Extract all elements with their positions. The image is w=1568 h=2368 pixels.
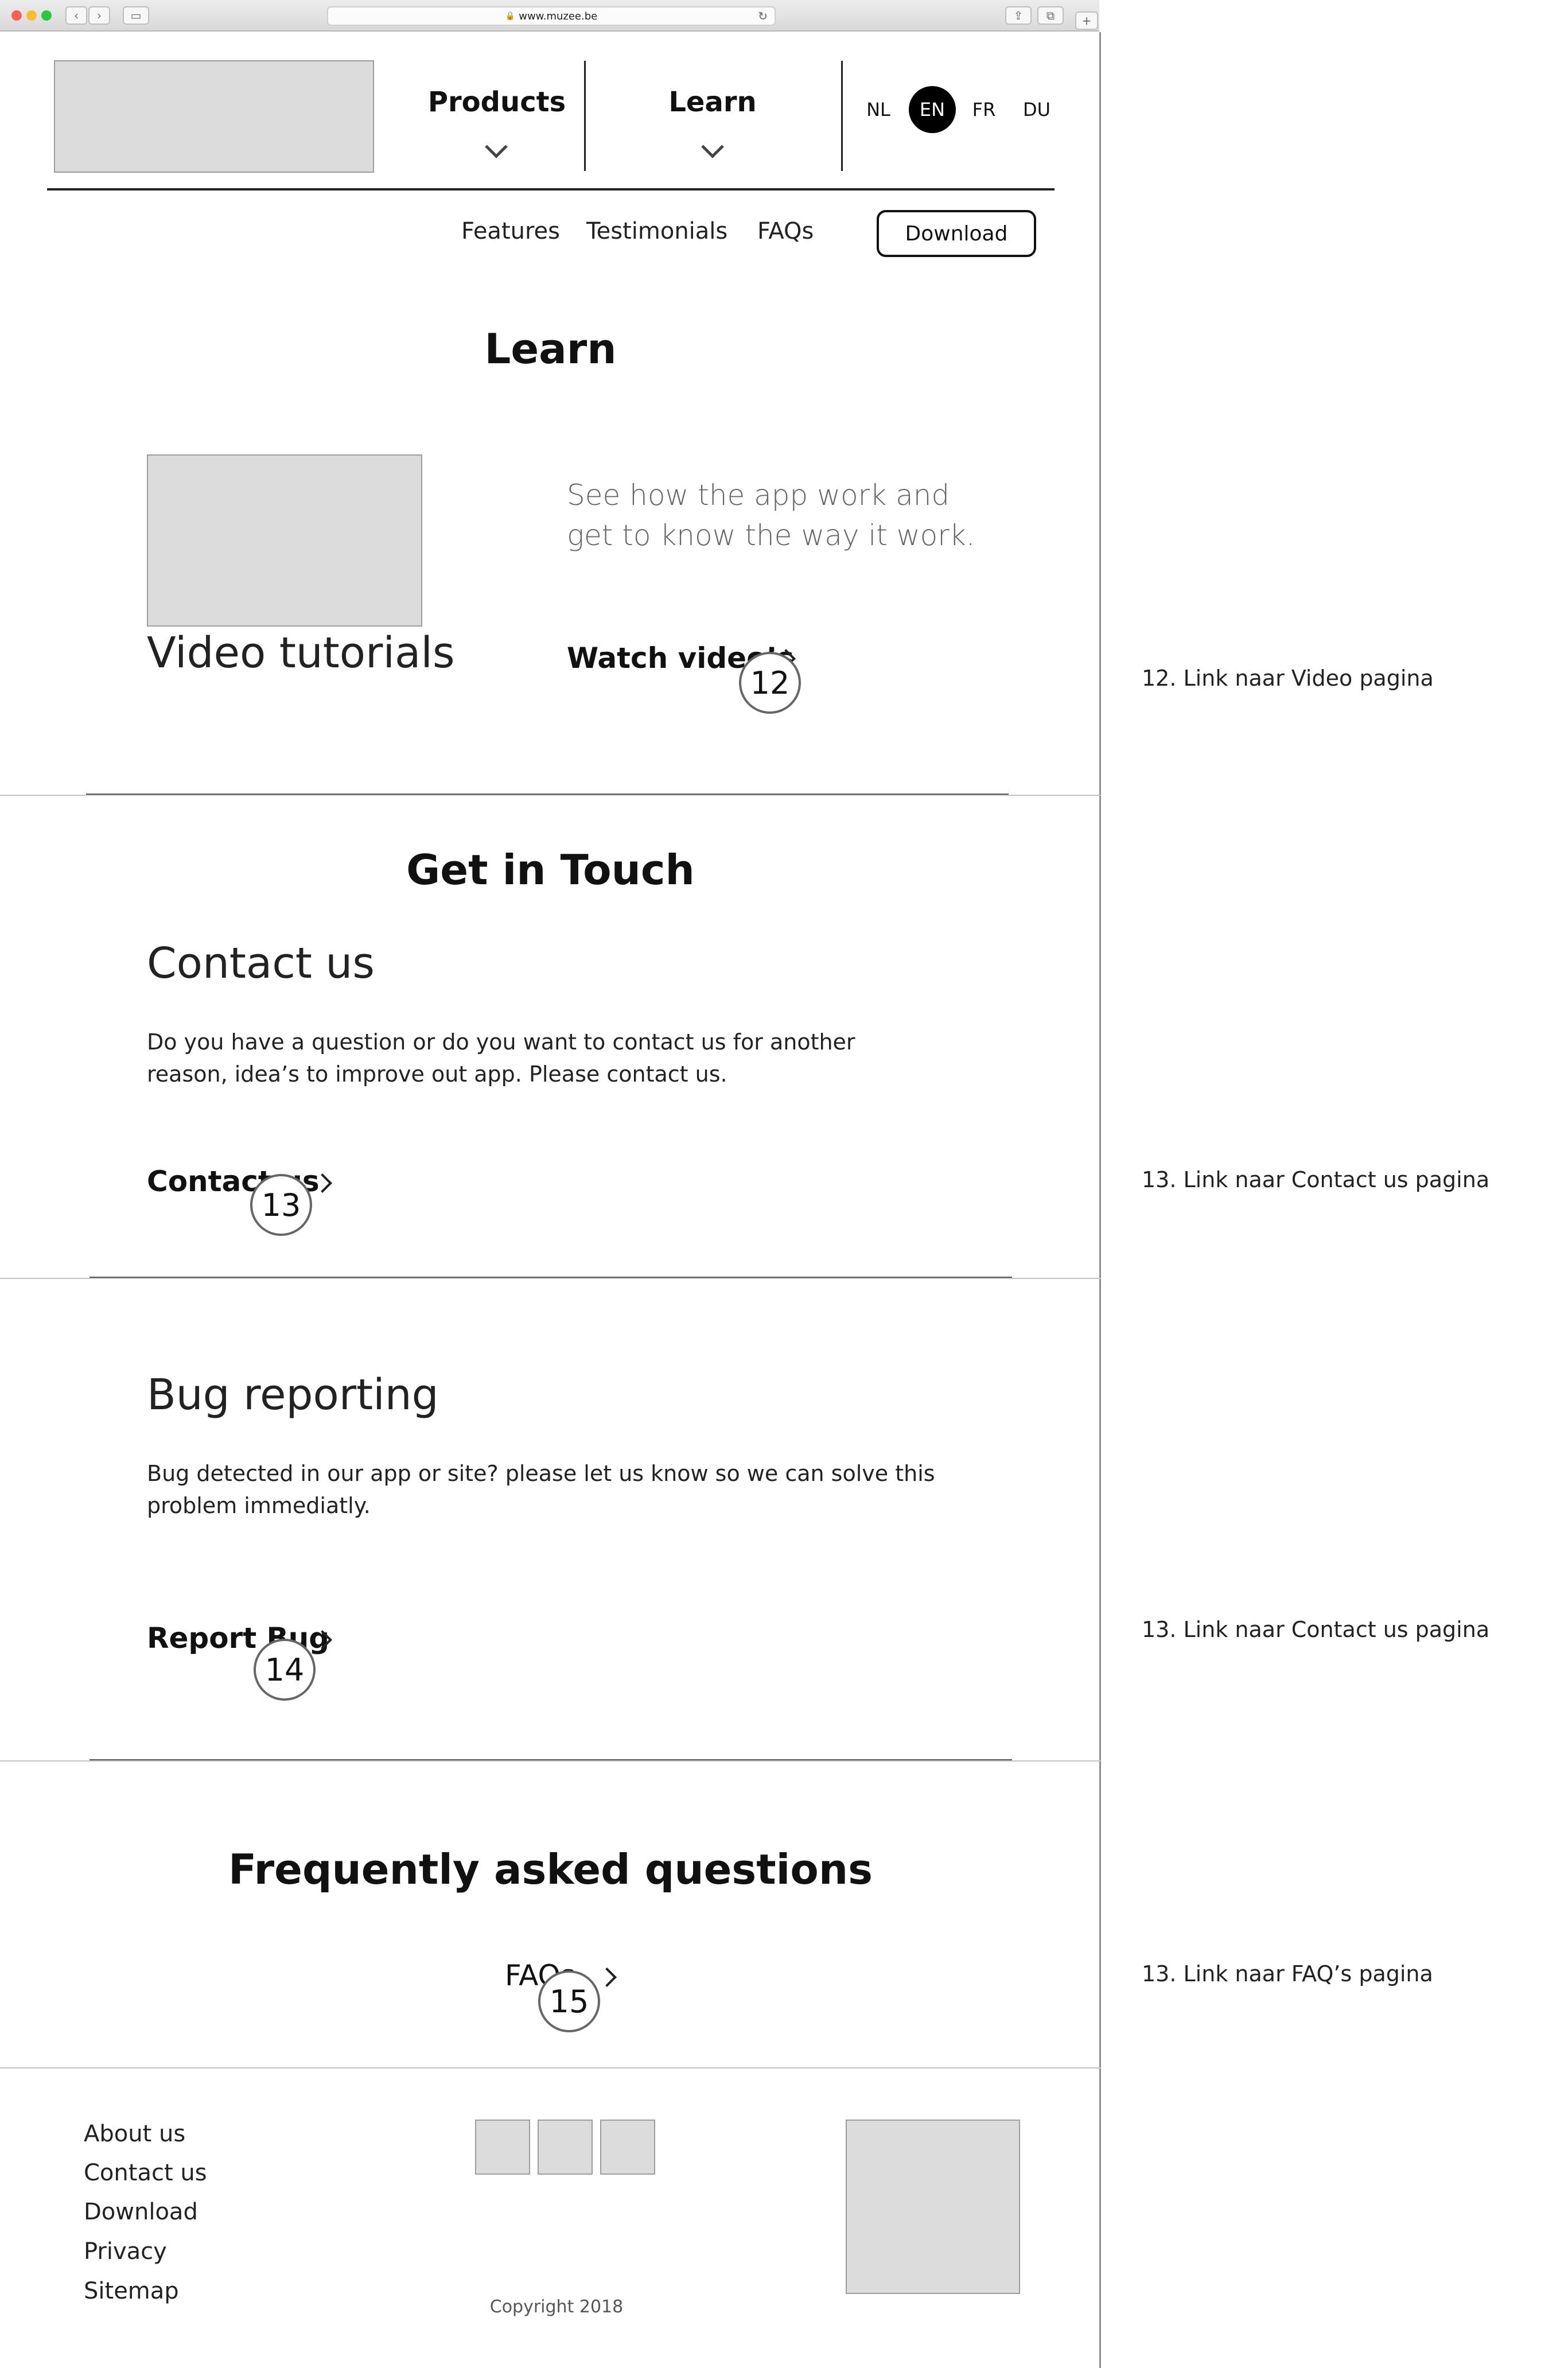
address-bar[interactable]: 🔒 www.muzee.be ↻ [327,6,776,26]
footer-contact-us[interactable]: Contact us [84,2160,207,2186]
download-button[interactable]: Download [877,210,1036,257]
language-fr[interactable]: FR [961,99,1007,120]
get-in-touch-title: Get in Touch [406,846,695,894]
header-divider [47,188,1055,190]
social-icon-placeholder[interactable] [600,2120,655,2175]
annotation-note: 13. Link naar Contact us pagina [1142,1167,1490,1192]
annotation-badge: 15 [538,1970,600,2032]
annotation-badge: 13 [250,1174,312,1236]
subnav-features[interactable]: Features [461,218,560,244]
annotation-badge: 12 [739,652,801,714]
close-window-icon[interactable] [11,10,22,21]
section-divider [0,1278,1101,1279]
section-divider [0,795,1101,796]
maximize-window-icon[interactable] [41,10,52,21]
forward-arrow-icon[interactable]: › [88,6,110,25]
minimize-window-icon[interactable] [26,10,37,21]
lock-icon: 🔒 [505,11,516,21]
footer-image-placeholder[interactable] [846,2120,1020,2294]
annotation-badge: 14 [254,1639,316,1701]
footer-about-us[interactable]: About us [84,2121,185,2147]
footer-privacy[interactable]: Privacy [84,2238,167,2265]
back-arrow-icon[interactable]: ‹ [65,6,87,25]
social-icon-placeholder[interactable] [475,2120,530,2175]
nav-learn[interactable]: Learn [609,86,816,118]
section-divider [0,1760,1101,1762]
footer-sitemap[interactable]: Sitemap [84,2278,179,2304]
sidebar-icon[interactable]: ▭ [123,6,149,25]
nav-divider [841,61,843,171]
bug-reporting-text: Bug detected in our app or site? please … [147,1461,935,1518]
language-du[interactable]: DU [1014,99,1060,120]
reload-icon[interactable]: ↻ [758,9,768,23]
url-text: www.muzee.be [519,10,598,22]
bug-reporting-heading: Bug reporting [147,1370,439,1420]
annotation-note: 12. Link naar Video pagina [1142,666,1434,691]
learn-title: Learn [484,325,617,373]
annotation-note: 13. Link naar FAQ’s pagina [1142,1961,1433,1986]
faq-title: Frequently asked questions [228,1845,873,1893]
contact-us-heading: Contact us [147,939,375,988]
contact-us-text: Do you have a question or do you want to… [147,1029,855,1087]
footer-download[interactable]: Download [84,2199,198,2225]
tabs-icon[interactable]: ⧉ [1037,6,1064,25]
language-nl[interactable]: NL [855,99,901,120]
video-tutorials-heading: Video tutorials [147,628,455,678]
learn-description: See how the app work and get to know the… [567,479,975,552]
social-icon-placeholder[interactable] [538,2120,593,2175]
nav-divider [584,61,586,171]
share-icon[interactable]: ⇪ [1005,6,1032,25]
nav-products[interactable]: Products [394,86,600,118]
footer-divider [0,2067,1101,2068]
new-tab-icon[interactable]: + [1075,11,1098,30]
subnav-faqs[interactable]: FAQs [757,218,814,244]
copyright-text: Copyright 2018 [489,2297,624,2317]
logo-placeholder[interactable] [54,60,374,173]
language-en[interactable]: EN [909,99,955,120]
annotation-note: 13. Link naar Contact us pagina [1142,1617,1490,1642]
video-thumbnail-placeholder[interactable] [147,454,422,627]
subnav-testimonials[interactable]: Testimonials [586,218,727,244]
browser-toolbar: ‹ › ▭ 🔒 www.muzee.be ↻ ⇪ ⧉ + [0,0,1099,32]
